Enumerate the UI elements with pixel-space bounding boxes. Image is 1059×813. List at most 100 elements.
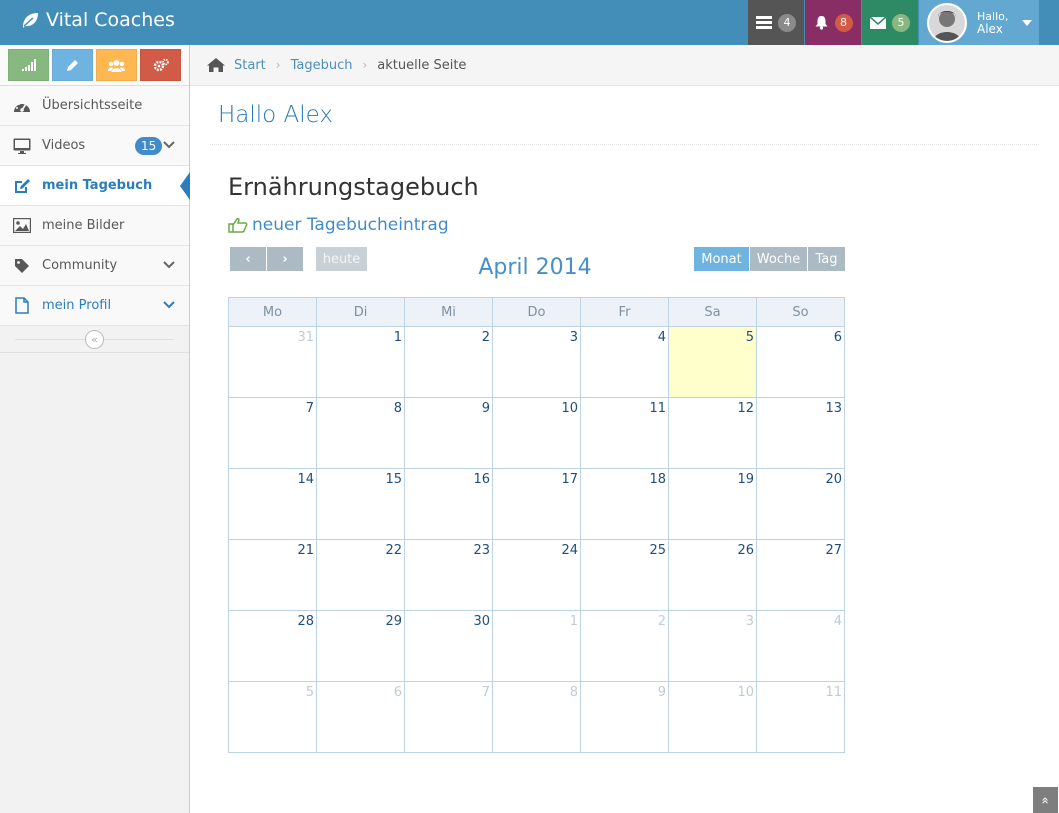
calendar-grid: Mo Di Mi Do Fr Sa So 31 1 2 3 4 5 6 7 8 … [228, 297, 845, 753]
calendar-day-cell[interactable]: 31 [228, 326, 317, 398]
calendar-day-cell[interactable]: 14 [228, 468, 317, 540]
page-header: Hallo Alex [210, 86, 1039, 145]
calendar-day-cell[interactable]: 6 [756, 326, 845, 398]
caret-down-icon [1022, 19, 1033, 26]
chevron-down-icon[interactable] [163, 298, 175, 313]
user-menu[interactable]: Hallo, Alex [919, 0, 1039, 45]
weekday-header: Di [316, 297, 405, 327]
calendar-day-cell[interactable]: 11 [580, 397, 669, 469]
weekday-header: Mi [404, 297, 493, 327]
calendar-title: April 2014 [478, 255, 592, 280]
calendar-day-cell[interactable]: 2 [404, 326, 493, 398]
calendar-day-cell[interactable]: 1 [492, 610, 581, 682]
calendar-week-row: 7 8 9 10 11 12 13 [228, 397, 845, 469]
calendar-day-cell[interactable]: 15 [316, 468, 405, 540]
thumbs-up-icon [228, 217, 248, 233]
weekday-header: Sa [668, 297, 757, 327]
calendar-day-cell[interactable]: 25 [580, 539, 669, 611]
new-entry-label: neuer Tagebucheintrag [252, 215, 449, 235]
calendar-day-cell[interactable]: 22 [316, 539, 405, 611]
calendar-day-cell[interactable]: 4 [756, 610, 845, 682]
calendar-week-view-button[interactable]: Woche [750, 247, 807, 271]
calendar-day-cell[interactable]: 13 [756, 397, 845, 469]
calendar-day-cell[interactable]: 4 [580, 326, 669, 398]
sidebar-item-community[interactable]: Community [0, 246, 189, 286]
shortcut-users-button[interactable] [96, 49, 137, 81]
notifications-button[interactable]: 8 [805, 0, 861, 45]
breadcrumb-separator-icon: › [275, 58, 281, 72]
calendar-month-view-button[interactable]: Monat [694, 247, 749, 271]
calendar-day-cell-today[interactable]: 5 [668, 326, 757, 398]
scroll-top-icon[interactable]: » [1033, 787, 1058, 813]
messages-count: 5 [892, 13, 910, 32]
tasks-button[interactable]: 4 [748, 0, 804, 45]
home-icon[interactable] [206, 57, 226, 73]
breadcrumb-home-link[interactable]: Start [234, 58, 266, 73]
calendar-day-cell[interactable]: 23 [404, 539, 493, 611]
calendar-day-cell[interactable]: 18 [580, 468, 669, 540]
calendar-day-cell[interactable]: 11 [756, 681, 845, 753]
calendar-day-cell[interactable]: 7 [228, 397, 317, 469]
calendar-day-cell[interactable]: 1 [316, 326, 405, 398]
chevron-down-icon[interactable] [163, 258, 175, 273]
user-greeting: Hallo, Alex [977, 9, 1009, 36]
calendar-day-cell[interactable]: 8 [492, 681, 581, 753]
calendar-day-cell[interactable]: 26 [668, 539, 757, 611]
envelope-icon [870, 16, 886, 29]
calendar-prev-button[interactable]: ‹ [230, 247, 266, 271]
breadcrumb-diary-link[interactable]: Tagebuch [291, 58, 353, 73]
signal-icon [21, 59, 36, 71]
calendar-next-button[interactable]: › [267, 247, 303, 271]
calendar-today-button[interactable]: heute [316, 247, 367, 271]
sidebar-item-label: meine Bilder [42, 218, 125, 233]
desktop-icon [12, 136, 32, 156]
sidebar-item-label: Community [42, 258, 118, 273]
weekday-header: So [756, 297, 845, 327]
sidebar-item-videos[interactable]: Videos 15 [0, 126, 189, 166]
calendar-day-cell[interactable]: 20 [756, 468, 845, 540]
calendar-week-row: 31 1 2 3 4 5 6 [228, 326, 845, 398]
calendar-day-cell[interactable]: 3 [668, 610, 757, 682]
calendar-day-cell[interactable]: 3 [492, 326, 581, 398]
calendar-week-row: 14 15 16 17 18 19 20 [228, 468, 845, 540]
chevron-down-icon[interactable] [163, 138, 175, 153]
calendar-day-cell[interactable]: 5 [228, 681, 317, 753]
calendar-day-cell[interactable]: 12 [668, 397, 757, 469]
calendar-day-cell[interactable]: 17 [492, 468, 581, 540]
calendar-day-cell[interactable]: 10 [492, 397, 581, 469]
calendar-day-cell[interactable]: 8 [316, 397, 405, 469]
calendar-day-cell[interactable]: 21 [228, 539, 317, 611]
double-chevron-left-icon[interactable]: « [85, 330, 104, 349]
calendar-day-cell[interactable]: 9 [580, 681, 669, 753]
section-title: Ernährungstagebuch [228, 173, 479, 201]
calendar-day-cell[interactable]: 24 [492, 539, 581, 611]
shortcut-edit-button[interactable] [52, 49, 93, 81]
shortcut-stats-button[interactable] [8, 49, 49, 81]
weekday-header: Do [492, 297, 581, 327]
calendar-day-cell[interactable]: 19 [668, 468, 757, 540]
user-name: Alex [977, 21, 1003, 36]
calendar-day-cell[interactable]: 28 [228, 610, 317, 682]
calendar-day-cell[interactable]: 10 [668, 681, 757, 753]
tasks-icon [756, 16, 772, 29]
calendar-day-cell[interactable]: 9 [404, 397, 493, 469]
calendar-day-view-button[interactable]: Tag [808, 247, 845, 271]
weekday-header: Fr [580, 297, 669, 327]
pencil-icon [67, 59, 78, 71]
calendar-day-cell[interactable]: 7 [404, 681, 493, 753]
sidebar-item-diary[interactable]: mein Tagebuch [0, 166, 190, 206]
pencil-square-icon [12, 176, 32, 196]
calendar-day-cell[interactable]: 16 [404, 468, 493, 540]
messages-button[interactable]: 5 [862, 0, 918, 45]
sidebar-item-profile[interactable]: mein Profil [0, 286, 189, 326]
brand[interactable]: Vital Coaches [20, 9, 175, 31]
calendar-day-cell[interactable]: 6 [316, 681, 405, 753]
shortcut-settings-button[interactable] [140, 49, 181, 81]
calendar-day-cell[interactable]: 2 [580, 610, 669, 682]
calendar-day-cell[interactable]: 29 [316, 610, 405, 682]
sidebar-item-pictures[interactable]: meine Bilder [0, 206, 189, 246]
new-entry-link[interactable]: neuer Tagebucheintrag [228, 215, 449, 235]
sidebar-item-overview[interactable]: Übersichtsseite [0, 86, 189, 126]
calendar-day-cell[interactable]: 30 [404, 610, 493, 682]
calendar-day-cell[interactable]: 27 [756, 539, 845, 611]
